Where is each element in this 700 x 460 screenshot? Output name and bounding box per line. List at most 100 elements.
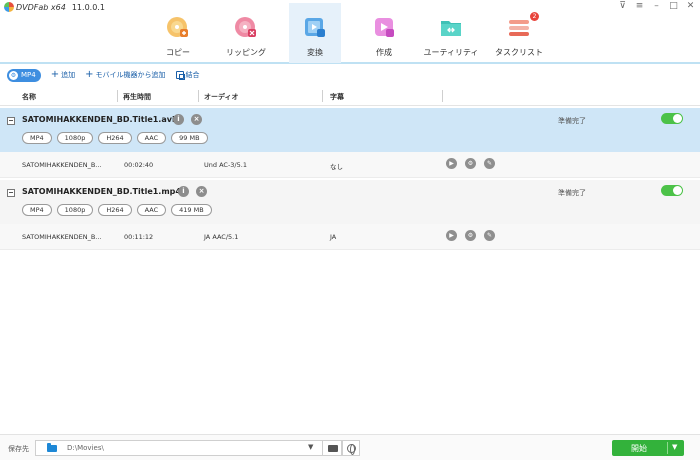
tab-creator-label: 作成	[376, 48, 392, 57]
file-item[interactable]: SATOMIHAKKENDEN_BD.Title1.mp4 i × MP4 10…	[0, 180, 700, 224]
start-label: 開始	[631, 444, 647, 453]
toolbar: ⚙ MP4 + 追加 + モバイル機器から追加 結合	[0, 66, 700, 84]
merge-icon	[175, 71, 185, 80]
edit-icon[interactable]: ✎	[484, 158, 495, 169]
status-text: 準備完了	[558, 189, 586, 197]
play-icon[interactable]: ▶	[446, 230, 457, 241]
file-name: SATOMIHAKKENDEN_BD.Title1.mp4	[22, 187, 181, 196]
column-divider	[117, 90, 118, 102]
window-controls: ⊽ ≡ – □ ✕	[617, 1, 696, 12]
add-label: 追加	[61, 71, 76, 79]
edit-icon[interactable]: ✎	[484, 230, 495, 241]
resolution-chip[interactable]: 1080p	[56, 132, 94, 144]
track-row[interactable]: SATOMIHAKKENDEN_B... 00:11:12 JA AAC/5.1…	[0, 224, 700, 250]
column-name[interactable]: 名称	[22, 92, 36, 102]
divider	[322, 441, 323, 455]
tab-copy-label: コピー	[166, 48, 190, 57]
file-item-selected[interactable]: SATOMIHAKKENDEN_BD.Title1.avi i × MP4 10…	[0, 108, 700, 152]
status-text: 準備完了	[558, 117, 586, 125]
add-from-mobile-label: モバイル機器から追加	[95, 71, 166, 79]
divider	[667, 442, 668, 454]
app-title: DVDFab x64	[16, 2, 66, 12]
menu-icon[interactable]: ≡	[634, 1, 645, 12]
creator-icon	[375, 18, 394, 37]
output-profile-chips: MP4 1080p H264 AAC 419 MB	[22, 204, 212, 216]
settings-icon[interactable]: ⚙	[465, 230, 476, 241]
column-divider	[322, 90, 323, 102]
format-chip[interactable]: MP4	[22, 132, 52, 144]
column-subtitle[interactable]: 字幕	[330, 92, 344, 102]
column-divider	[442, 90, 443, 102]
enable-toggle[interactable]	[661, 113, 683, 124]
track-duration: 00:02:40	[124, 161, 154, 169]
tab-ripper-label: リッピング	[226, 48, 266, 57]
remove-file-icon[interactable]: ×	[191, 114, 202, 125]
save-to-label: 保存先	[8, 445, 29, 453]
track-subtitle[interactable]: JA	[330, 233, 336, 241]
tab-task-list-label: タスクリスト	[495, 48, 543, 57]
close-icon[interactable]: ✕	[685, 1, 696, 12]
size-chip[interactable]: 419 MB	[171, 204, 212, 216]
track-name: SATOMIHAKKENDEN_B...	[22, 233, 102, 241]
browse-folder-icon[interactable]	[328, 445, 338, 452]
ripper-disc-icon	[235, 17, 256, 37]
column-header-row: 名称 再生時間 オーディオ 字幕	[0, 86, 700, 106]
converter-icon	[305, 18, 325, 37]
utilities-icon	[441, 21, 461, 36]
column-duration[interactable]: 再生時間	[123, 92, 151, 102]
minimize-icon[interactable]: –	[651, 1, 662, 12]
track-name: SATOMIHAKKENDEN_B...	[22, 161, 102, 169]
track-row[interactable]: SATOMIHAKKENDEN_B... 00:02:40 Und AC-3/5…	[0, 152, 700, 178]
plus-icon: +	[85, 69, 94, 80]
audio-codec-chip[interactable]: AAC	[136, 132, 167, 144]
app-version: 11.0.0.1	[71, 2, 105, 12]
enable-toggle[interactable]	[661, 185, 683, 196]
track-audio[interactable]: Und AC-3/5.1	[204, 161, 247, 169]
add-from-mobile-button[interactable]: + モバイル機器から追加	[85, 70, 165, 80]
footer-bar: 保存先 D:\Movies\ ▼ 開始 ▼	[0, 434, 700, 460]
format-gear-icon: ⚙	[9, 70, 18, 80]
output-profile-chips: MP4 1080p H264 AAC 99 MB	[22, 132, 208, 144]
play-icon[interactable]: ▶	[446, 158, 457, 169]
add-button[interactable]: + 追加	[51, 70, 75, 80]
format-label: MP4	[21, 71, 36, 79]
profile-format-button[interactable]: ⚙ MP4	[7, 68, 41, 82]
start-button[interactable]: 開始 ▼	[612, 440, 684, 456]
pin-icon[interactable]: ⊽	[617, 1, 628, 12]
title-bar: DVDFab x64 11.0.0.1 ⊽ ≡ – □ ✕	[0, 0, 700, 14]
upload-button[interactable]	[342, 440, 360, 456]
copy-disc-icon	[167, 17, 188, 37]
format-chip[interactable]: MP4	[22, 204, 52, 216]
track-audio[interactable]: JA AAC/5.1	[204, 233, 238, 241]
collapse-toggle[interactable]	[7, 117, 15, 125]
plus-icon: +	[50, 69, 60, 80]
output-path-field[interactable]: D:\Movies\ ▼	[35, 440, 342, 456]
column-divider	[198, 90, 199, 102]
chevron-down-icon[interactable]: ▼	[308, 443, 313, 451]
column-audio[interactable]: オーディオ	[204, 92, 239, 102]
tab-converter-label: 変換	[307, 48, 323, 57]
globe-icon	[347, 444, 356, 455]
maximize-icon[interactable]: □	[668, 1, 679, 12]
settings-icon[interactable]: ⚙	[465, 158, 476, 169]
file-name: SATOMIHAKKENDEN_BD.Title1.avi	[22, 115, 175, 124]
collapse-toggle[interactable]	[7, 189, 15, 197]
size-chip[interactable]: 99 MB	[171, 132, 208, 144]
track-duration: 00:11:12	[124, 233, 154, 241]
video-codec-chip[interactable]: H264	[98, 204, 132, 216]
info-icon[interactable]: i	[173, 114, 184, 125]
output-path-text: D:\Movies\	[67, 444, 104, 452]
remove-file-icon[interactable]: ×	[196, 186, 207, 197]
info-icon[interactable]: i	[178, 186, 189, 197]
chevron-down-icon[interactable]: ▼	[672, 443, 677, 451]
merge-button[interactable]: 結合	[175, 70, 200, 80]
merge-label: 結合	[185, 71, 200, 79]
app-logo-icon	[4, 2, 14, 12]
folder-icon	[47, 443, 57, 452]
video-codec-chip[interactable]: H264	[98, 132, 132, 144]
resolution-chip[interactable]: 1080p	[56, 204, 94, 216]
task-list-icon	[509, 20, 529, 36]
audio-codec-chip[interactable]: AAC	[136, 204, 167, 216]
tab-utilities-label: ユーティリティ	[423, 48, 479, 57]
track-subtitle[interactable]: なし	[330, 161, 343, 171]
